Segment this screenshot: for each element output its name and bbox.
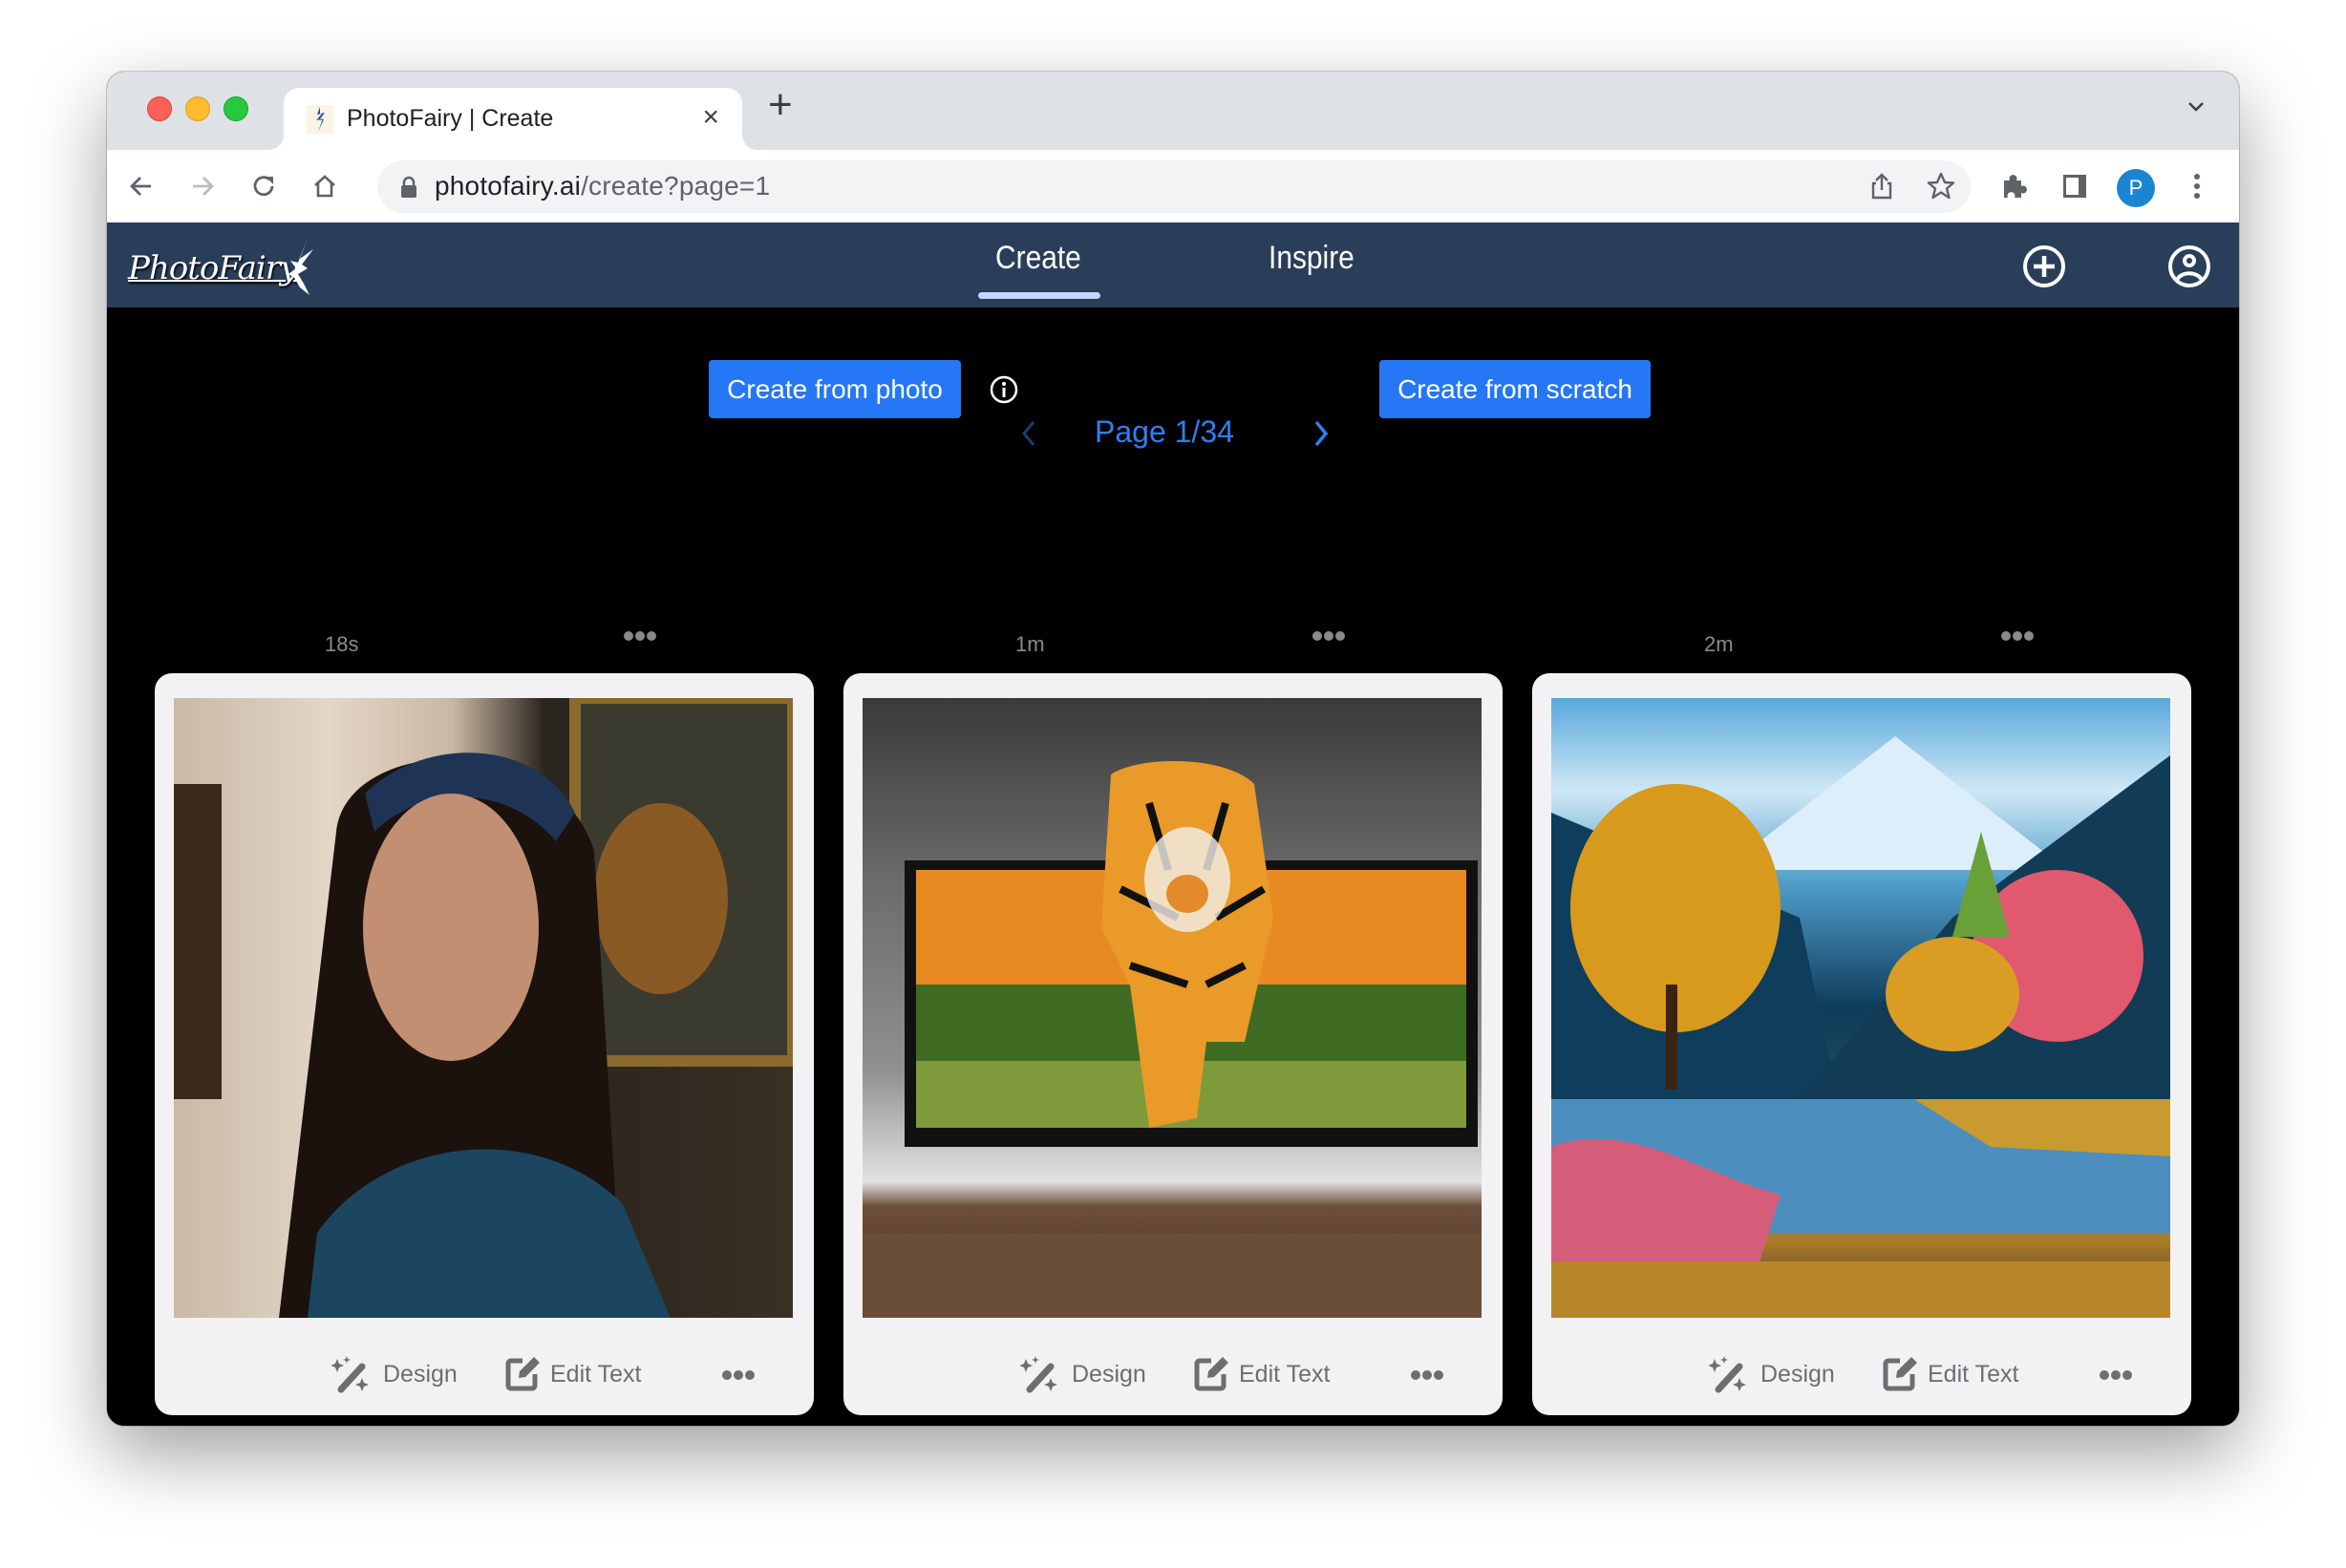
card-timestamp: 2m: [1704, 632, 1734, 656]
tab-close-icon[interactable]: ×: [702, 101, 719, 134]
fairy-logo-icon: [288, 238, 313, 295]
card-actions: Design Edit Text: [155, 1318, 814, 1415]
side-panel-icon[interactable]: [2058, 169, 2092, 203]
create-page-content: Create from photo Create from scratch Pa…: [107, 307, 2239, 1426]
card-more-dots-icon[interactable]: [2099, 1368, 2133, 1380]
user-circle-icon[interactable]: [2166, 244, 2212, 289]
generated-image[interactable]: [863, 698, 1482, 1318]
create-from-photo-button[interactable]: Create from photo: [709, 360, 961, 418]
browser-menu-kebab-icon[interactable]: [2180, 169, 2214, 203]
browser-tab-active[interactable]: PhotoFairy | Create ×: [284, 88, 742, 150]
design-button[interactable]: Design: [1072, 1361, 1146, 1388]
image-tiger-tv: [863, 761, 1482, 1318]
card-timestamp: 1m: [1015, 632, 1045, 656]
active-tab-indicator: [978, 292, 1100, 299]
tab-title: PhotoFairy | Create: [347, 105, 554, 132]
image-woman-portrait: [174, 698, 793, 1318]
browser-toolbar: photofairy.ai/create?page=1 P: [107, 150, 2239, 223]
card-timestamp: 18s: [325, 632, 359, 656]
magic-wand-icon[interactable]: [331, 1355, 370, 1393]
image-card: Design Edit Text: [843, 673, 1503, 1415]
nav-tab-inspire[interactable]: Inspire: [1269, 240, 1354, 277]
image-card: Design Edit Text: [1532, 673, 2191, 1415]
browser-window: PhotoFairy | Create × + photofairy.ai/cr…: [107, 72, 2239, 1426]
address-bar[interactable]: photofairy.ai/create?page=1: [377, 160, 1971, 213]
back-arrow-icon[interactable]: [124, 169, 159, 203]
generated-image[interactable]: [1551, 698, 2170, 1318]
card-more-dots-icon[interactable]: [1410, 1368, 1444, 1380]
edit-text-button[interactable]: Edit Text: [550, 1361, 641, 1388]
card-options-dots-icon[interactable]: [623, 629, 657, 641]
card-more-dots-icon[interactable]: [721, 1368, 756, 1380]
add-circle-icon[interactable]: [2021, 244, 2067, 289]
url-host: photofairy.ai: [435, 171, 582, 201]
design-button[interactable]: Design: [1760, 1361, 1835, 1388]
magic-wand-icon[interactable]: [1708, 1355, 1747, 1393]
previous-page-chevron-icon[interactable]: [1014, 414, 1043, 453]
image-card: Design Edit Text: [155, 673, 814, 1415]
edit-text-button[interactable]: Edit Text: [1239, 1361, 1330, 1388]
tab-strip: PhotoFairy | Create × +: [107, 72, 2239, 150]
create-from-scratch-button[interactable]: Create from scratch: [1379, 360, 1651, 418]
photofairy-logo[interactable]: PhotoFairy: [128, 230, 329, 305]
card-options-dots-icon[interactable]: [2000, 629, 2035, 641]
forward-arrow-icon[interactable]: [185, 169, 220, 203]
page-indicator: Page 1/34: [1095, 414, 1234, 449]
reload-icon[interactable]: [246, 169, 281, 203]
card-actions: Design Edit Text: [843, 1318, 1503, 1415]
card-actions: Design Edit Text: [1532, 1318, 2191, 1415]
share-icon[interactable]: [1866, 170, 1898, 202]
edit-pencil-icon[interactable]: [1192, 1355, 1230, 1393]
generated-image[interactable]: [174, 698, 793, 1318]
image-mountain-lake: [1551, 736, 2170, 1318]
app-header: PhotoFairy Create Inspire: [107, 222, 2239, 307]
lock-icon[interactable]: [398, 176, 419, 199]
nav-tab-create[interactable]: Create: [995, 240, 1081, 277]
url-text[interactable]: photofairy.ai/create?page=1: [435, 171, 770, 201]
fairy-favicon-icon: [307, 105, 333, 134]
info-icon[interactable]: [989, 374, 1019, 405]
magic-wand-icon[interactable]: [1019, 1355, 1058, 1393]
edit-text-button[interactable]: Edit Text: [1928, 1361, 2018, 1388]
minimize-window-button[interactable]: [185, 96, 210, 121]
new-tab-button[interactable]: +: [768, 81, 793, 129]
tab-search-chevron-icon[interactable]: [2182, 93, 2210, 121]
home-icon[interactable]: [308, 169, 342, 203]
edit-pencil-icon[interactable]: [503, 1355, 542, 1393]
close-window-button[interactable]: [147, 96, 172, 121]
logo-text: PhotoFairy: [128, 249, 298, 287]
bookmark-star-icon[interactable]: [1925, 170, 1957, 202]
extensions-puzzle-icon[interactable]: [1996, 169, 2031, 203]
design-button[interactable]: Design: [383, 1361, 458, 1388]
url-path: /create?page=1: [581, 171, 771, 201]
profile-avatar[interactable]: P: [2117, 169, 2155, 207]
card-options-dots-icon[interactable]: [1312, 629, 1346, 641]
maximize-window-button[interactable]: [224, 96, 248, 121]
next-page-chevron-icon[interactable]: [1307, 414, 1335, 453]
edit-pencil-icon[interactable]: [1881, 1355, 1919, 1393]
